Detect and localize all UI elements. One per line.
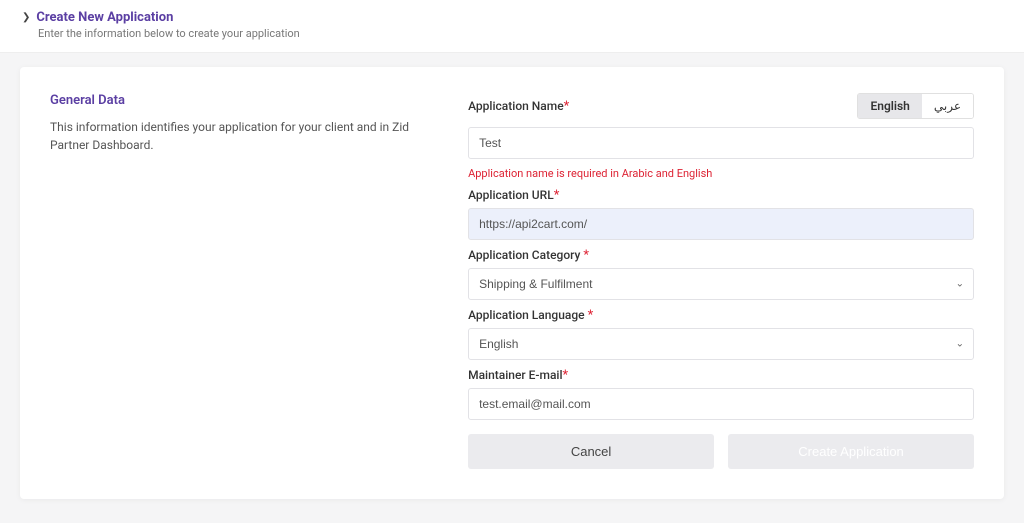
input-app-name[interactable] <box>468 127 974 159</box>
required-mark: * <box>564 99 570 114</box>
select-app-category[interactable] <box>468 268 974 300</box>
label-app-category: Application Category <box>468 248 583 262</box>
page-subtitle: Enter the information below to create yo… <box>38 27 1002 40</box>
label-app-name: Application Name <box>468 99 564 113</box>
select-app-language[interactable] <box>468 328 974 360</box>
required-mark: * <box>563 368 569 383</box>
tab-arabic[interactable]: عربي <box>922 94 973 118</box>
label-app-language: Application Language <box>468 308 588 322</box>
section-title: General Data <box>50 93 438 108</box>
input-maintainer-email[interactable] <box>468 388 974 420</box>
tab-english[interactable]: English <box>858 94 921 118</box>
chevron-right-icon: ❯ <box>22 12 30 23</box>
error-app-name: Application name is required in Arabic a… <box>468 167 974 180</box>
create-application-button[interactable]: Create Application <box>728 434 974 469</box>
cancel-button[interactable]: Cancel <box>468 434 714 469</box>
form-card: General Data This information identifies… <box>20 67 1004 499</box>
required-mark: * <box>588 308 594 323</box>
page-header: ❯ Create New Application Enter the infor… <box>0 0 1024 53</box>
language-tabs: English عربي <box>857 93 974 119</box>
page-title: Create New Application <box>36 10 173 25</box>
label-app-url: Application URL <box>468 188 554 202</box>
section-description: This information identifies your applica… <box>50 118 438 154</box>
required-mark: * <box>554 188 560 203</box>
input-app-url[interactable] <box>468 208 974 240</box>
required-mark: * <box>583 248 589 263</box>
label-maintainer-email: Maintainer E-mail <box>468 368 562 382</box>
